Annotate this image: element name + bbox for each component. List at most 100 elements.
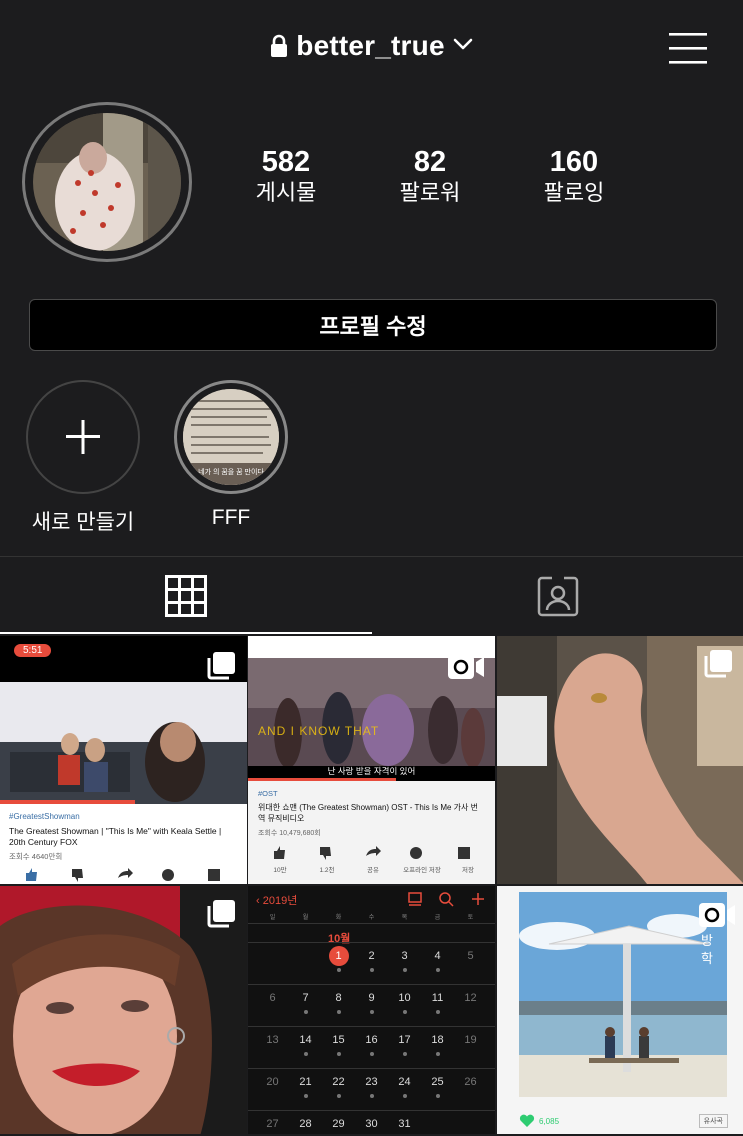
- calendar-day[interactable]: 10: [388, 988, 421, 1014]
- video-frame: [0, 682, 247, 804]
- calendar-day[interactable]: 29: [322, 1114, 355, 1134]
- multi-post-icon: [207, 900, 235, 933]
- stat-value: 82: [413, 146, 447, 178]
- calendar-day[interactable]: 11: [421, 988, 454, 1014]
- calendar-day[interactable]: 25: [421, 1072, 454, 1098]
- day-number: 31: [398, 1118, 411, 1130]
- stat-value: 582: [261, 146, 311, 178]
- calendar-day[interactable]: 7: [289, 988, 322, 1014]
- event-dot: [336, 1052, 341, 1056]
- posts-count[interactable]: 582 게시물: [216, 146, 356, 208]
- multi-post-icon: [704, 650, 732, 683]
- video-icon: [447, 654, 485, 685]
- calendar-day[interactable]: 18: [421, 1030, 454, 1056]
- tag-label: 유사곡: [698, 1114, 728, 1128]
- following-count[interactable]: 160 팔로잉: [504, 146, 644, 208]
- stat-label: 게시물: [255, 180, 317, 205]
- subtitle: 난 사랑 받을 자격이 있어: [327, 766, 416, 776]
- calendar-day[interactable]: 22: [322, 1072, 355, 1098]
- save-label: 저장: [462, 867, 474, 874]
- post-thumbnail[interactable]: [497, 636, 743, 884]
- calendar-day[interactable]: 12: [454, 988, 487, 1008]
- calendar-day[interactable]: 4: [421, 946, 454, 972]
- day-number: 22: [332, 1076, 345, 1088]
- post-thumbnail[interactable]: 방학 6,085 유사곡: [497, 886, 743, 1134]
- calendar-day[interactable]: 17: [388, 1030, 421, 1056]
- event-dot: [303, 1052, 308, 1056]
- day-number: 20: [266, 1076, 279, 1088]
- calendar-day[interactable]: 31: [388, 1114, 421, 1134]
- video-icon: [698, 902, 736, 933]
- avatar-photo: [33, 113, 181, 251]
- calendar-day[interactable]: 15: [322, 1030, 355, 1056]
- day-number: 5: [467, 950, 474, 962]
- progress-fill: [248, 778, 397, 781]
- calendar-day[interactable]: 24: [388, 1072, 421, 1098]
- week-divider: [248, 942, 495, 943]
- calendar-day[interactable]: 5: [454, 946, 487, 966]
- day-number: 30: [365, 1118, 378, 1130]
- album-side-text: 방학: [701, 933, 713, 966]
- followers-count[interactable]: 82 팔로워: [360, 146, 500, 208]
- plus-icon: [66, 420, 100, 454]
- event-dot: [435, 968, 440, 972]
- calendar-day[interactable]: 6: [256, 988, 289, 1008]
- calendar-day[interactable]: 3: [388, 946, 421, 972]
- tab-grid[interactable]: [0, 558, 372, 634]
- calendar-day[interactable]: 27: [256, 1114, 289, 1134]
- account-switcher[interactable]: better_true: [0, 30, 743, 62]
- highlight-new[interactable]: 새로 만들기: [24, 380, 142, 536]
- year-label: 2019년: [262, 895, 298, 907]
- day-number: 25: [431, 1076, 444, 1088]
- chevron-left-icon: ‹: [256, 895, 263, 907]
- calendar-day[interactable]: 30: [355, 1114, 388, 1134]
- post-grid: 5:51 #GreatestShowman The Greatest Showm…: [0, 636, 743, 1136]
- post-thumbnail[interactable]: 5:51 #GreatestShowman The Greatest Showm…: [0, 636, 247, 884]
- multi-post-icon: [207, 652, 235, 685]
- calendar-day[interactable]: 16: [355, 1030, 388, 1056]
- edit-profile-button[interactable]: 프로필 수정: [29, 299, 717, 351]
- event-dot: [435, 1052, 440, 1056]
- calendar-day[interactable]: 20: [256, 1072, 289, 1092]
- calendar-day[interactable]: 28: [289, 1114, 322, 1134]
- day-number: 16: [365, 1034, 378, 1046]
- calendar-day[interactable]: 9: [355, 988, 388, 1014]
- event-dot: [303, 1094, 308, 1098]
- highlight-fff[interactable]: 네가 의 꿈을 꿈 만이다 FFF: [172, 380, 290, 530]
- like-count: 6,085: [539, 1116, 560, 1126]
- calendar-day[interactable]: 1: [322, 946, 355, 972]
- event-dot: [336, 1010, 341, 1014]
- day-number: 3: [401, 950, 408, 962]
- day-number: 7: [302, 992, 309, 1004]
- day-number: 6: [269, 992, 276, 1004]
- calendar-day[interactable]: 2: [355, 946, 388, 972]
- day-number: 14: [299, 1034, 312, 1046]
- highlight-label: FFF: [211, 506, 251, 529]
- chevron-down-icon: [453, 37, 473, 56]
- tab-tagged[interactable]: [372, 558, 743, 634]
- calendar-day[interactable]: 8: [322, 988, 355, 1014]
- calendar-day[interactable]: 23: [355, 1072, 388, 1098]
- calendar-day[interactable]: 19: [454, 1030, 487, 1050]
- view-count: 조회수 4640만회: [9, 852, 63, 861]
- calendar-day[interactable]: 21: [289, 1072, 322, 1098]
- day-number: 28: [299, 1118, 312, 1130]
- post-thumbnail[interactable]: ‹ 2019년 일월화수목금토 10월 1 2 3 4 5 6 7 8 9 10 11 12 13 14 1…: [248, 886, 495, 1134]
- weekday-label: 일: [269, 915, 276, 921]
- calendar-day[interactable]: 14: [289, 1030, 322, 1056]
- post-thumbnail[interactable]: AND I KNOW THAT 난 사랑 받을 자격이 있어 #OST 위대한 …: [248, 636, 495, 884]
- hashtag: #OST: [258, 789, 278, 798]
- event-dot: [435, 1010, 440, 1014]
- calendar-day[interactable]: 26: [454, 1072, 487, 1092]
- hamburger-icon[interactable]: [669, 32, 707, 64]
- share-label: 공유: [367, 867, 379, 874]
- calendar-toolbar-icons: [408, 892, 484, 907]
- day-number: 19: [464, 1034, 477, 1046]
- calendar-day[interactable]: 13: [256, 1030, 289, 1050]
- profile-avatar[interactable]: [22, 102, 192, 262]
- grid-icon: [165, 575, 207, 617]
- post-thumbnail[interactable]: [0, 886, 247, 1134]
- day-number: 29: [332, 1118, 345, 1130]
- stat-label: 팔로워: [399, 180, 461, 205]
- day-number: 8: [335, 992, 342, 1004]
